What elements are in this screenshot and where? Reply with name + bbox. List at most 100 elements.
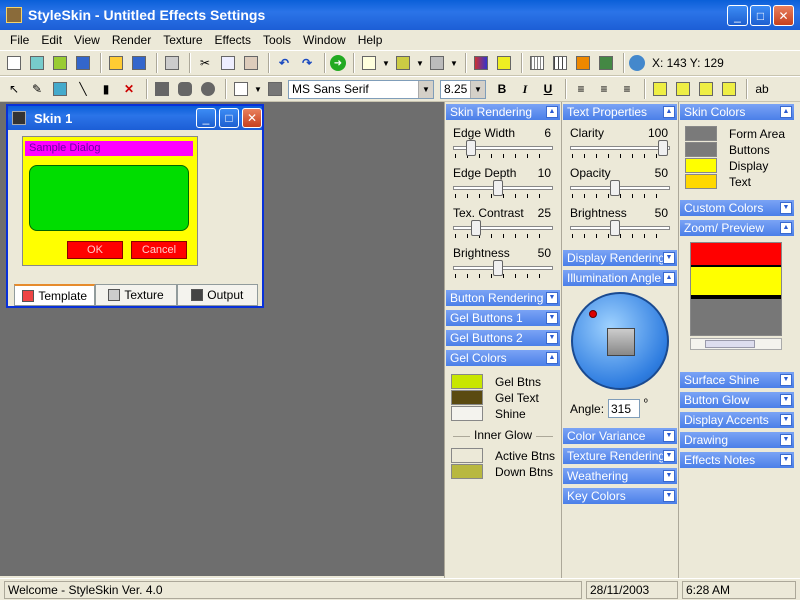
expand-icon[interactable]: ▼ <box>780 414 792 426</box>
chevron-down-icon[interactable]: ▼ <box>418 80 433 98</box>
print-icon[interactable] <box>162 53 182 73</box>
slider-track[interactable] <box>570 186 670 190</box>
expand-icon[interactable]: ▼ <box>663 490 675 502</box>
tiles-alt-icon[interactable] <box>596 53 616 73</box>
color-fill-icon[interactable] <box>494 53 514 73</box>
section-illumination-angle[interactable]: Illumination Angle ▲ <box>563 270 677 286</box>
expand-icon[interactable]: ▼ <box>663 450 675 462</box>
section-button-glow[interactable]: Button Glow ▼ <box>680 392 794 408</box>
expand-icon[interactable]: ▼ <box>546 312 558 324</box>
expand-icon[interactable]: ▼ <box>780 434 792 446</box>
text-tool-button[interactable]: ab <box>752 79 772 99</box>
menu-render[interactable]: Render <box>106 33 157 47</box>
pen-icon[interactable]: ✎ <box>27 79 47 99</box>
color-swatch[interactable] <box>685 142 717 157</box>
section-gel-buttons-2[interactable]: Gel Buttons 2 ▼ <box>446 330 560 346</box>
dots-grid-icon[interactable] <box>527 53 547 73</box>
color-swatch[interactable] <box>685 158 717 173</box>
color-swatch[interactable] <box>451 464 483 479</box>
ellipse-icon[interactable] <box>198 79 218 99</box>
slider-thumb[interactable] <box>609 180 620 196</box>
new-skin-icon[interactable] <box>27 53 47 73</box>
font-size-select[interactable]: 8.25 ▼ <box>440 79 486 99</box>
grid-icon[interactable] <box>50 53 70 73</box>
tiles-icon[interactable] <box>573 53 593 73</box>
menu-edit[interactable]: Edit <box>35 33 68 47</box>
sample-ok-button[interactable]: OK <box>67 241 123 259</box>
dial-handle[interactable] <box>589 310 597 318</box>
grid-lines-icon[interactable] <box>550 53 570 73</box>
expand-icon[interactable]: ▼ <box>780 454 792 466</box>
dropdown-icon[interactable]: ▼ <box>450 53 458 73</box>
align-center-icon[interactable]: ≡ <box>594 79 614 99</box>
chevron-down-icon[interactable]: ▼ <box>470 80 485 98</box>
italic-button[interactable]: I <box>515 79 535 99</box>
brush-icon[interactable]: ▮ <box>96 79 116 99</box>
expand-icon[interactable]: ▼ <box>546 292 558 304</box>
send-backward-icon[interactable] <box>719 79 739 99</box>
bold-button[interactable]: B <box>492 79 512 99</box>
rounded-rect-icon[interactable] <box>175 79 195 99</box>
section-gel-buttons-1[interactable]: Gel Buttons 1 ▼ <box>446 310 560 326</box>
collapse-icon[interactable]: ▲ <box>546 106 558 118</box>
skin-maximize-button[interactable]: □ <box>219 108 239 128</box>
send-back-icon[interactable] <box>673 79 693 99</box>
expand-icon[interactable]: ▼ <box>546 332 558 344</box>
save-as-icon[interactable] <box>129 53 149 73</box>
pointer-icon[interactable]: ↖ <box>4 79 24 99</box>
collapse-icon[interactable]: ▲ <box>780 106 792 118</box>
pattern-icon[interactable] <box>427 53 447 73</box>
color-swatch[interactable] <box>685 126 717 141</box>
section-weathering[interactable]: Weathering ▼ <box>563 468 677 484</box>
collapse-icon[interactable]: ▲ <box>780 222 792 234</box>
slider-thumb[interactable] <box>492 180 503 196</box>
menu-window[interactable]: Window <box>297 33 352 47</box>
undo-icon[interactable]: ↶ <box>274 53 294 73</box>
section-gel-colors[interactable]: Gel Colors ▲ <box>446 350 560 366</box>
font-name-select[interactable]: MS Sans Serif ▼ <box>288 79 434 99</box>
color-swatch[interactable] <box>685 174 717 189</box>
copy-icon[interactable] <box>218 53 238 73</box>
maximize-button[interactable]: □ <box>750 5 771 26</box>
slider-track[interactable] <box>453 266 553 270</box>
expand-icon[interactable]: ▼ <box>780 374 792 386</box>
globe-icon[interactable] <box>629 55 645 71</box>
skin-preview[interactable]: Sample Dialog OK Cancel <box>22 136 198 266</box>
music-icon[interactable] <box>393 53 413 73</box>
menu-effects[interactable]: Effects <box>209 33 257 47</box>
section-surface-shine[interactable]: Surface Shine ▼ <box>680 372 794 388</box>
angle-input[interactable] <box>608 399 640 418</box>
menu-texture[interactable]: Texture <box>157 33 208 47</box>
menu-tools[interactable]: Tools <box>257 33 297 47</box>
color-swatch[interactable] <box>451 390 483 405</box>
slider-thumb[interactable] <box>658 140 668 156</box>
section-skin-colors[interactable]: Skin Colors ▲ <box>680 104 794 120</box>
close-button[interactable]: ✕ <box>773 5 794 26</box>
section-custom-colors[interactable]: Custom Colors ▼ <box>680 200 794 216</box>
tab-texture[interactable]: Texture <box>95 284 177 306</box>
new-icon[interactable] <box>4 53 24 73</box>
align-right-icon[interactable]: ≡ <box>617 79 637 99</box>
section-button-rendering[interactable]: Button Rendering ▼ <box>446 290 560 306</box>
save-icon[interactable] <box>73 53 93 73</box>
redo-icon[interactable]: ↷ <box>297 53 317 73</box>
layout-icon[interactable] <box>359 53 379 73</box>
color-swatch[interactable] <box>451 448 483 463</box>
expand-icon[interactable]: ▼ <box>663 252 675 264</box>
tab-output[interactable]: Output <box>176 284 258 306</box>
palette-icon[interactable] <box>471 53 491 73</box>
open-folder-icon[interactable] <box>106 53 126 73</box>
border-color-icon[interactable] <box>231 79 251 99</box>
slider-thumb[interactable] <box>470 220 481 236</box>
sample-cancel-button[interactable]: Cancel <box>131 241 187 259</box>
slider-thumb[interactable] <box>492 260 503 276</box>
bring-front-icon[interactable] <box>650 79 670 99</box>
fill-icon[interactable] <box>50 79 70 99</box>
color-swatch[interactable] <box>451 374 483 389</box>
dropdown-icon[interactable]: ▼ <box>382 53 390 73</box>
section-drawing[interactable]: Drawing ▼ <box>680 432 794 448</box>
menu-view[interactable]: View <box>68 33 106 47</box>
angle-dial[interactable] <box>571 292 669 390</box>
collapse-icon[interactable]: ▲ <box>663 106 675 118</box>
menu-help[interactable]: Help <box>352 33 389 47</box>
